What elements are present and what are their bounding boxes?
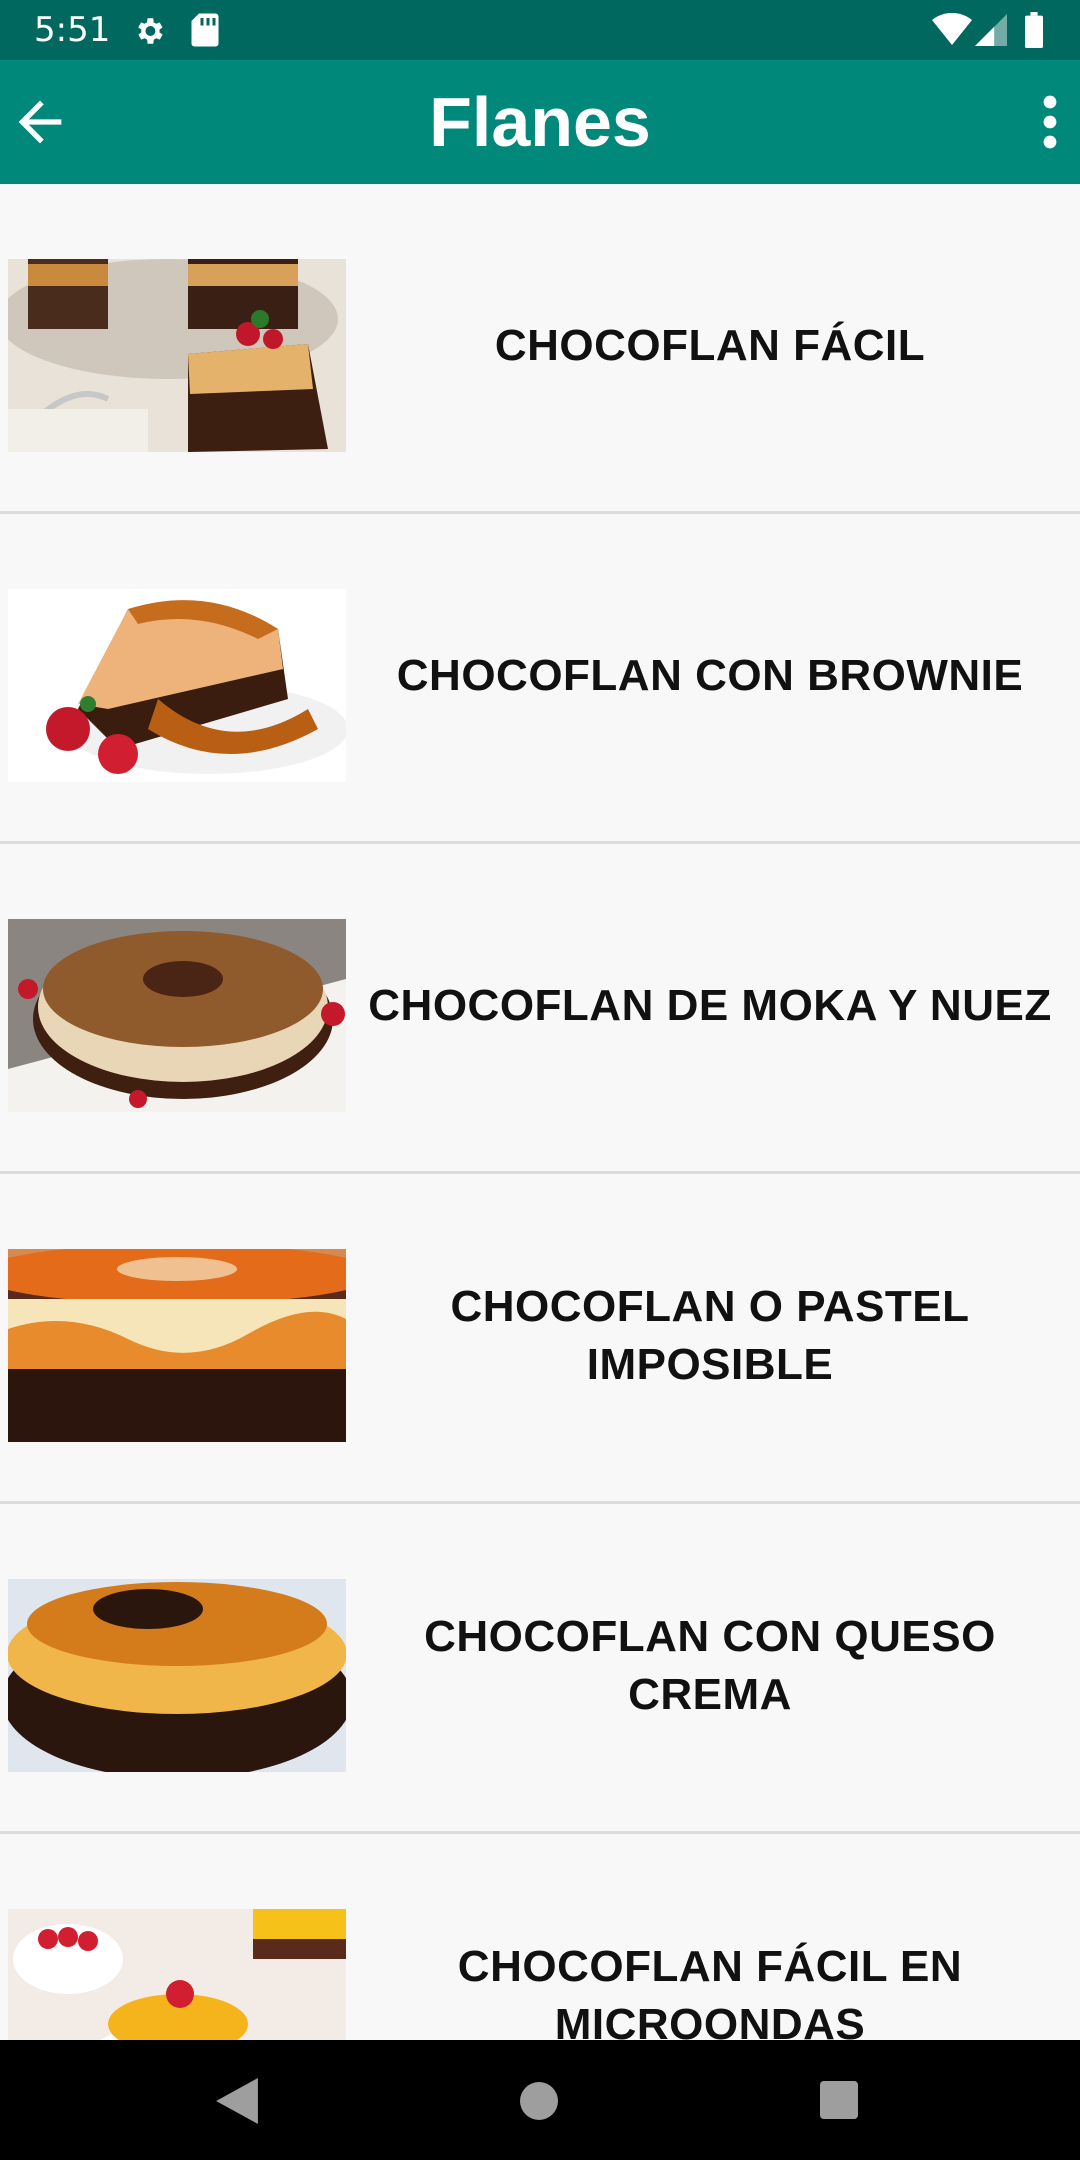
list-item[interactable]: CHOCOFLAN O PASTEL IMPOSIBLE (0, 1174, 1080, 1504)
nav-recents-icon[interactable] (820, 2081, 858, 2119)
settings-icon (138, 18, 163, 44)
battery-icon (1025, 12, 1043, 48)
recipe-title: CHOCOFLAN CON BROWNIE (396, 651, 1024, 700)
arrow-back-icon[interactable] (8, 90, 72, 154)
recipe-title: CHOCOFLAN DE MOKA Y NUEZ (368, 981, 1052, 1030)
recipe-image (8, 1909, 346, 2040)
status-time: 5:51 (34, 10, 111, 50)
recipe-image (8, 919, 346, 1112)
list-item[interactable]: CHOCOFLAN CON BROWNIE (0, 514, 1080, 844)
nav-back-icon[interactable] (216, 2078, 258, 2124)
recipe-title: CHOCOFLAN O PASTEL IMPOSIBLE (450, 1282, 970, 1389)
app-bar: Flanes (0, 60, 1080, 184)
navigation-bar (0, 2040, 1080, 2160)
nav-home-icon[interactable] (520, 2082, 558, 2120)
recipe-title: CHOCOFLAN CON QUESO CREMA (424, 1612, 996, 1719)
status-bar: 5:51 (0, 0, 1080, 60)
more-vert-icon[interactable] (1030, 90, 1070, 154)
list-item[interactable]: CHOCOFLAN FÁCIL (0, 184, 1080, 514)
recipe-title: CHOCOFLAN FÁCIL (494, 321, 926, 370)
list-item[interactable]: CHOCOFLAN CON QUESO CREMA (0, 1504, 1080, 1834)
signal-icon (975, 14, 1007, 46)
sd-card-icon (191, 13, 219, 47)
wifi-icon (932, 13, 972, 45)
recipe-image (8, 1249, 346, 1442)
page-title: Flanes (429, 83, 651, 161)
recipe-image (8, 259, 346, 452)
recipe-image (8, 589, 346, 782)
recipe-title: CHOCOFLAN FÁCIL EN MICROONDAS (457, 1942, 963, 2040)
list-item[interactable]: CHOCOFLAN FÁCIL EN MICROONDAS (0, 1834, 1080, 2040)
recipe-list: CHOCOFLAN FÁCIL CHOCOFLAN CON BROWNIE CH… (0, 184, 1080, 2040)
recipe-image (8, 1579, 346, 1772)
list-item[interactable]: CHOCOFLAN DE MOKA Y NUEZ (0, 844, 1080, 1174)
